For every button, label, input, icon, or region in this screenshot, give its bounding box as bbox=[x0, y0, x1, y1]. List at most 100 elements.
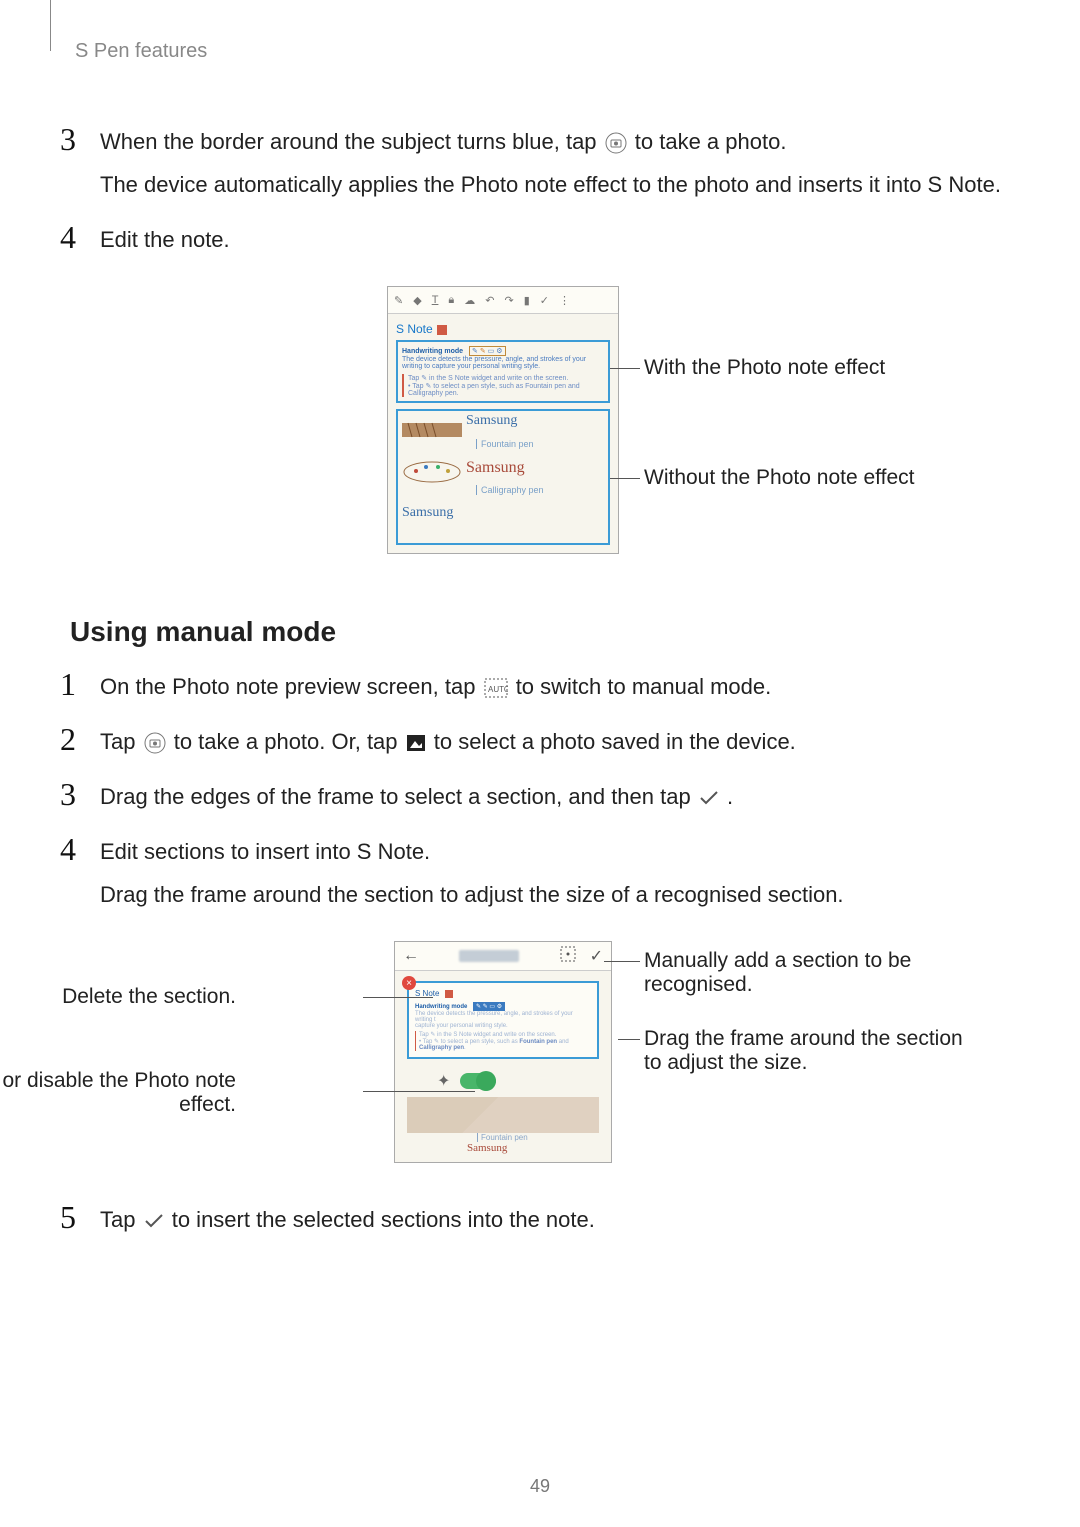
manual-screenshot: ← ✓ × S Note Handwrit bbox=[394, 941, 612, 1163]
blurred-title bbox=[459, 950, 519, 962]
text: The device detects the pressure, angle, … bbox=[402, 356, 604, 370]
mini-pen-icon: ✎ bbox=[472, 348, 478, 355]
camera-icon bbox=[605, 132, 627, 154]
margin-rule bbox=[50, 0, 51, 51]
callout-line bbox=[618, 1039, 640, 1040]
text: to switch to manual mode. bbox=[516, 674, 772, 699]
handwriting-sample: Samsung bbox=[466, 413, 517, 429]
calligraphy-pen-label: Calligraphy pen bbox=[476, 485, 544, 495]
text: to take a photo. bbox=[635, 129, 787, 154]
step-body: Tap to insert the selected sections into… bbox=[100, 1201, 1006, 1246]
check-icon: ✓ bbox=[590, 946, 603, 967]
callout-without-effect: Without the Photo note effect bbox=[644, 466, 914, 490]
step-number: 4 bbox=[60, 833, 100, 921]
fountain-pen-label: Fountain pen bbox=[476, 439, 534, 449]
pen-icon: ✎ bbox=[394, 294, 403, 307]
mini-pen-icon: ✎ bbox=[480, 348, 486, 355]
check-icon bbox=[144, 1213, 164, 1229]
manual-step-2: 2 Tap to take a photo. Or, tap to select… bbox=[60, 723, 1006, 768]
manual-step-4: 4 Edit sections to insert into S Note. D… bbox=[60, 833, 1006, 921]
text: Drag the edges of the frame to select a … bbox=[100, 784, 697, 809]
manual-step-5: 5 Tap to insert the selected sections in… bbox=[60, 1201, 1006, 1246]
step-number: 3 bbox=[60, 778, 100, 823]
step-body: On the Photo note preview screen, tap AU… bbox=[100, 668, 1006, 713]
figure-snote: ✎ ◆ T 🔒︎ ☁ ↶ ↷ ▮ ✓ ⋮ S Note Handwr bbox=[50, 286, 1006, 576]
snote-toolbar: ✎ ◆ T 🔒︎ ☁ ↶ ↷ ▮ ✓ ⋮ bbox=[388, 287, 618, 314]
step-body: Tap to take a photo. Or, tap to select a… bbox=[100, 723, 1006, 768]
callout-drag-frame: Drag the frame around the section to adj… bbox=[644, 1027, 974, 1075]
redo-icon: ↷ bbox=[505, 294, 514, 307]
text: . bbox=[727, 784, 733, 809]
handwriting-sample: Samsung bbox=[402, 505, 453, 521]
text: The device automatically applies the Pho… bbox=[100, 168, 1006, 201]
callout-line bbox=[610, 478, 640, 479]
figure-manual: ← ✓ × S Note Handwrit bbox=[50, 941, 1006, 1191]
text: Edit the note. bbox=[100, 223, 1006, 256]
handwriting-mode-label: Handwriting mode bbox=[415, 1004, 467, 1010]
step-number: 1 bbox=[60, 668, 100, 713]
text: to insert the selected sections into the… bbox=[172, 1207, 595, 1232]
step-number: 2 bbox=[60, 723, 100, 768]
callout-line bbox=[363, 997, 433, 998]
lower-blue-section: Samsung Fountain pen Samsung bbox=[396, 409, 610, 545]
fountain-pen-label: Fountain pen bbox=[477, 1133, 599, 1142]
step-body: When the border around the subject turns… bbox=[100, 123, 1006, 211]
text: • Tap ✎ to select a pen style, such as F… bbox=[408, 382, 604, 397]
add-section-icon bbox=[560, 946, 576, 967]
callout-delete-section: Delete the section. bbox=[62, 985, 236, 1009]
handwriting-sample: Samsung bbox=[466, 459, 525, 477]
check-icon: ✓ bbox=[540, 294, 549, 307]
camera-icon bbox=[144, 732, 166, 754]
callout-with-effect: With the Photo note effect bbox=[644, 356, 885, 380]
callout-line bbox=[363, 1091, 475, 1092]
attach-icon: ▮ bbox=[524, 294, 530, 307]
mini-eraser-icon: ▭ bbox=[488, 348, 495, 355]
instruction-block: Tap ✎ in the S Note widget and write on … bbox=[402, 374, 604, 397]
step-body: Drag the edges of the frame to select a … bbox=[100, 778, 1006, 823]
sketch-preview bbox=[407, 1097, 599, 1133]
text: to take a photo. Or, tap bbox=[174, 729, 404, 754]
callout-add-section: Manually add a section to be recognised. bbox=[644, 949, 974, 997]
step-body: Edit sections to insert into S Note. Dra… bbox=[100, 833, 1006, 921]
cloud-icon: ☁ bbox=[464, 294, 475, 307]
step-body: Edit the note. bbox=[100, 221, 1006, 266]
section-breadcrumb: S Pen features bbox=[75, 40, 1006, 63]
paintbrush-sketch-icon bbox=[402, 415, 462, 441]
snote-screenshot: ✎ ◆ T 🔒︎ ☁ ↶ ↷ ▮ ✓ ⋮ S Note Handwr bbox=[387, 286, 619, 554]
text: When the border around the subject turns… bbox=[100, 129, 603, 154]
gallery-icon bbox=[406, 734, 426, 752]
callout-enable-effect: Enable or disable the Photo note effect. bbox=[0, 1069, 236, 1117]
palette-sketch-icon bbox=[402, 461, 462, 483]
text: Tap bbox=[100, 1207, 142, 1232]
mini-gear-icon: ⚙︎ bbox=[496, 348, 502, 355]
step-4: 4 Edit the note. bbox=[60, 221, 1006, 266]
document-page: S Pen features 3 When the border around … bbox=[0, 0, 1080, 1527]
manual-toolbar: ← ✓ bbox=[395, 942, 611, 971]
photo-note-effect-toggle bbox=[460, 1073, 496, 1089]
callout-line bbox=[604, 961, 640, 962]
back-icon: ← bbox=[403, 947, 419, 965]
text: Tap ✎ in the S Note widget and write on … bbox=[408, 374, 604, 382]
snote-title: S Note bbox=[396, 322, 610, 336]
check-icon bbox=[699, 790, 719, 806]
delete-section-icon: × bbox=[402, 976, 416, 990]
undo-icon: ↶ bbox=[485, 294, 494, 307]
step-number: 4 bbox=[60, 221, 100, 266]
manual-step-3: 3 Drag the edges of the frame to select … bbox=[60, 778, 1006, 823]
step-number: 3 bbox=[60, 123, 100, 211]
more-icon: ⋮ bbox=[559, 294, 570, 307]
eraser-icon: ◆ bbox=[413, 294, 421, 307]
effect-toggle-row: ✦ bbox=[437, 1071, 599, 1091]
text: Tap bbox=[100, 729, 142, 754]
manual-step-1: 1 On the Photo note preview screen, tap … bbox=[60, 668, 1006, 713]
handwriting-sample: Samsung bbox=[467, 1142, 599, 1154]
upper-blue-section: Handwriting mode ✎ ✎ ▭ ⚙︎ The device det… bbox=[396, 340, 610, 403]
lock-icon: 🔒︎ bbox=[448, 294, 454, 307]
auto-manual-icon: AUTO bbox=[484, 678, 508, 698]
page-number: 49 bbox=[0, 1476, 1080, 1497]
svg-text:AUTO: AUTO bbox=[488, 685, 508, 694]
step-3: 3 When the border around the subject tur… bbox=[60, 123, 1006, 211]
text-icon: T bbox=[432, 294, 439, 306]
text: to select a photo saved in the device. bbox=[434, 729, 796, 754]
text: Edit sections to insert into S Note. bbox=[100, 835, 1006, 868]
